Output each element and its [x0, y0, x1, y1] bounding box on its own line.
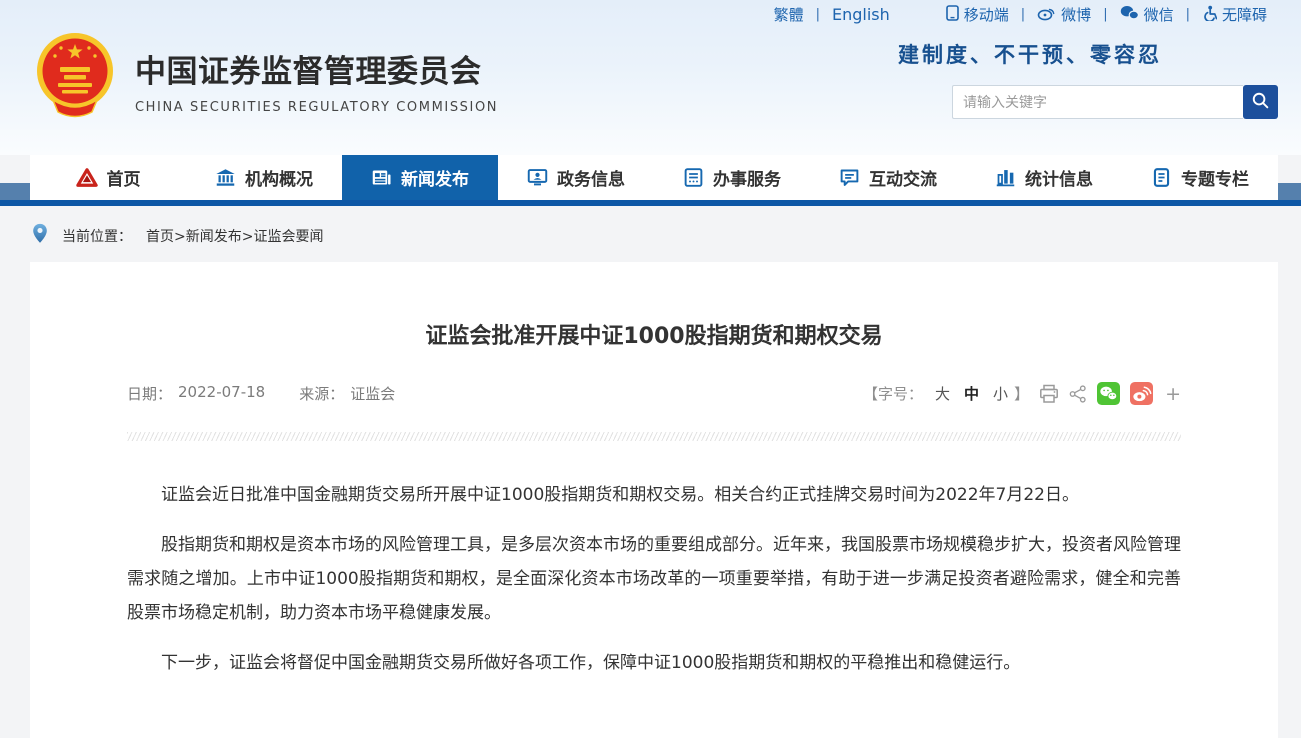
date-value: 2022-07-18 [178, 383, 265, 404]
article-title: 证监会批准开展中证1000股指期货和期权交易 [127, 318, 1181, 350]
wechat-link[interactable]: 微信 [1120, 4, 1174, 25]
location-pin-icon [32, 223, 48, 248]
font-size-small-button[interactable]: 小 [993, 383, 1008, 404]
nav-item-gov-info[interactable]: 政务信息 [498, 155, 654, 200]
separator: | [1103, 7, 1107, 22]
org-name-cn: 中国证券监督管理委员会 [135, 46, 498, 91]
font-size-suffix: 】 [1014, 383, 1029, 404]
separator: | [1186, 7, 1190, 22]
nav-item-home[interactable]: 首页 [30, 155, 186, 200]
article-meta: 日期： 2022-07-18 来源： 证监会 [127, 383, 395, 404]
monitor-icon [527, 167, 548, 188]
nav-item-news[interactable]: 新闻发布 [342, 155, 498, 200]
nav-item-label: 机构概况 [245, 165, 313, 190]
spacer [271, 383, 293, 404]
source-label: 来源： [299, 383, 344, 404]
nav-item-label: 政务信息 [557, 165, 625, 190]
site-slogan: 建制度、不干预、零容忍 [898, 39, 1162, 69]
nav-item-label: 首页 [107, 165, 141, 190]
weibo-icon [1037, 5, 1056, 25]
wechat-share-icon[interactable] [1097, 382, 1120, 405]
phone-icon [946, 5, 959, 25]
more-share-button[interactable]: + [1165, 383, 1181, 405]
traditional-chinese-link[interactable]: 繁體 [774, 4, 804, 25]
article-meta-row: 日期： 2022-07-18 来源： 证监会 【字号： 大 中 小 】 + [127, 382, 1181, 405]
printer-icon[interactable] [1039, 384, 1059, 404]
nav-item-label: 办事服务 [713, 165, 781, 190]
nav-item-label: 新闻发布 [401, 165, 469, 190]
wechat-icon [1120, 5, 1139, 24]
national-emblem-logo [35, 30, 115, 122]
nav-item-interaction[interactable]: 互动交流 [810, 155, 966, 200]
breadcrumb: 当前位置： 首页>新闻发布>证监会要闻 [32, 223, 323, 248]
quick-links: 移动端 | 微博 | 微信 | 无障碍 [946, 4, 1267, 25]
search-input[interactable] [952, 85, 1243, 119]
topbar: 繁體 | English 移动端 | 微博 | [774, 4, 1267, 25]
nav-item-services[interactable]: 办事服务 [654, 155, 810, 200]
nav-item-label: 统计信息 [1025, 165, 1093, 190]
search-icon [1251, 91, 1270, 113]
language-links: 繁體 | English [774, 4, 890, 25]
csrc-logo-icon [76, 168, 98, 188]
article-card: 证监会批准开展中证1000股指期货和期权交易 日期： 2022-07-18 来源：… [30, 262, 1278, 738]
bank-icon [215, 167, 236, 188]
share-icon[interactable] [1069, 385, 1087, 403]
accessibility-link[interactable]: 无障碍 [1202, 4, 1267, 25]
weibo-link-label: 微博 [1061, 4, 1091, 25]
source-value: 证监会 [350, 383, 395, 404]
nav-item-label: 专题专栏 [1181, 165, 1249, 190]
mobile-link-label: 移动端 [964, 4, 1009, 25]
font-size-large-button[interactable]: 大 [935, 383, 950, 404]
main-navigation: 首页 机构概况 新闻发布 政务信息 办事服务 互动交流 统计信息 [30, 155, 1278, 200]
search-button[interactable] [1243, 85, 1278, 119]
font-size-prefix: 【字号： [863, 383, 923, 404]
nav-item-special-topics[interactable]: 专题专栏 [1122, 155, 1278, 200]
nav-item-statistics[interactable]: 统计信息 [966, 155, 1122, 200]
article-paragraph: 下一步，证监会将督促中国金融期货交易所做好各项工作，保障中证1000股指期货和期… [127, 646, 1181, 680]
date-label: 日期： [127, 383, 172, 404]
org-name-en: CHINA SECURITIES REGULATORY COMMISSION [135, 100, 498, 115]
header: 繁體 | English 移动端 | 微博 | [0, 0, 1301, 155]
wechat-link-label: 微信 [1144, 4, 1174, 25]
accessibility-icon [1202, 5, 1217, 25]
weibo-link[interactable]: 微博 [1037, 4, 1091, 25]
article-toolbar: 【字号： 大 中 小 】 + [863, 382, 1181, 405]
separator: | [1021, 7, 1025, 22]
article-body: 证监会近日批准中国金融期货交易所开展中证1000股指期货和期权交易。相关合约正式… [127, 478, 1181, 680]
breadcrumb-path[interactable]: 首页>新闻发布>证监会要闻 [146, 226, 323, 246]
font-size-medium-button[interactable]: 中 [964, 383, 979, 404]
weibo-share-icon[interactable] [1130, 382, 1153, 405]
accessibility-link-label: 无障碍 [1222, 4, 1267, 25]
hatched-divider [127, 432, 1181, 441]
english-link[interactable]: English [832, 5, 890, 24]
brand-text: 中国证券监督管理委员会 CHINA SECURITIES REGULATORY … [135, 30, 498, 115]
chat-icon [839, 167, 860, 188]
article-paragraph: 股指期货和期权是资本市场的风险管理工具，是多层次资本市场的重要组成部分。近年来，… [127, 528, 1181, 630]
separator: | [816, 7, 820, 22]
article-paragraph: 证监会近日批准中国金融期货交易所开展中证1000股指期货和期权交易。相关合约正式… [127, 478, 1181, 512]
document-icon [1151, 167, 1172, 188]
breadcrumb-label: 当前位置： [62, 226, 132, 246]
breadcrumb-band: 当前位置： 首页>新闻发布>证监会要闻 [0, 206, 1301, 262]
site-brand: 中国证券监督管理委员会 CHINA SECURITIES REGULATORY … [35, 30, 498, 122]
mobile-link[interactable]: 移动端 [946, 4, 1009, 25]
nav-item-about[interactable]: 机构概况 [186, 155, 342, 200]
news-icon [371, 167, 392, 188]
bar-chart-icon [995, 167, 1016, 188]
search-bar [952, 85, 1278, 119]
list-icon [683, 167, 704, 188]
nav-item-label: 互动交流 [869, 165, 937, 190]
